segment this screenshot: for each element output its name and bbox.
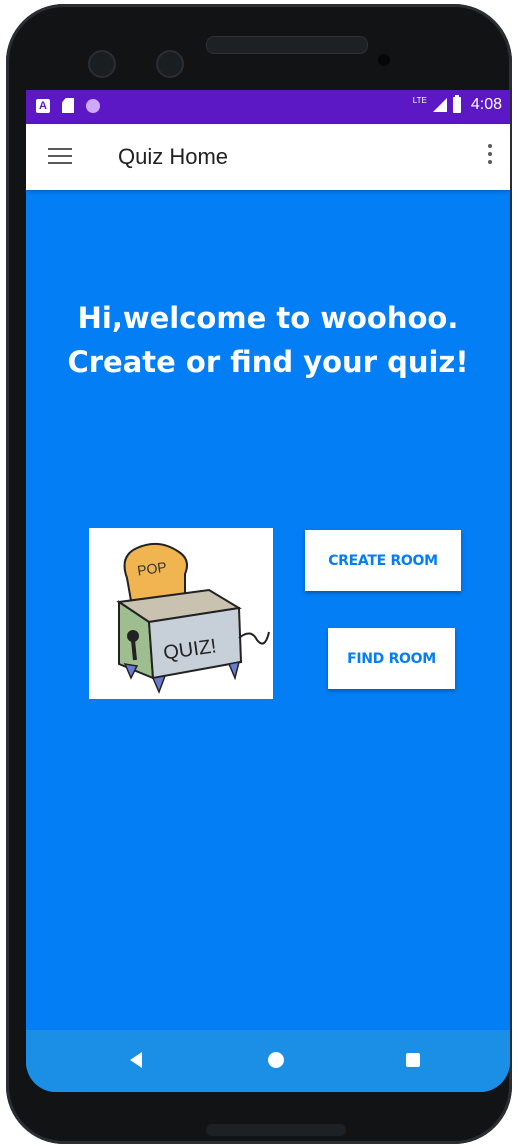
bottom-speaker (206, 1124, 346, 1136)
home-circle-icon[interactable] (268, 1052, 284, 1068)
app-screen: A LTE 4:08 Quiz Home Hi,welcome to wooho… (26, 90, 510, 1092)
toaster-foot (151, 675, 167, 695)
recents-square-icon[interactable] (406, 1053, 420, 1067)
sd-card-icon (62, 98, 74, 113)
network-type: LTE (412, 95, 427, 105)
toaster-cord (238, 631, 270, 645)
page-title: Quiz Home (118, 144, 229, 169)
toaster-svg: POP QUIZ! (116, 542, 270, 695)
system-navigation-bar (26, 1030, 510, 1092)
notification-icons: A (36, 98, 100, 113)
proximity-sensor (378, 54, 390, 66)
battery-icon (452, 95, 461, 113)
a-badge-icon: A (36, 98, 50, 113)
back-triangle-icon[interactable] (130, 1052, 142, 1068)
front-camera (88, 50, 116, 78)
front-camera-secondary (156, 50, 184, 78)
status-clock: 4:08 (470, 96, 502, 113)
system-status: LTE 4:08 (412, 95, 502, 114)
phone-frame: A LTE 4:08 Quiz Home Hi,welcome to wooho… (6, 4, 512, 1144)
pop-quiz-toaster-illustration: POP QUIZ! (89, 528, 273, 699)
welcome-line-2: Create or find your quiz! (67, 345, 469, 379)
welcome-heading: Hi,welcome to woohoo. Create or find you… (26, 296, 510, 384)
circle-notification-icon (86, 98, 100, 113)
welcome-line-1: Hi,welcome to woohoo. (77, 301, 459, 335)
create-room-button[interactable]: CREATE ROOM (305, 530, 461, 591)
app-toolbar: Quiz Home (26, 124, 510, 190)
signal-icon (432, 98, 447, 112)
earpiece-speaker (206, 36, 368, 54)
toaster-lever (131, 639, 137, 661)
status-bar: A LTE 4:08 (26, 90, 510, 124)
hamburger-menu-icon[interactable] (48, 148, 72, 166)
find-room-button[interactable]: FIND ROOM (328, 628, 455, 689)
toaster-foot (123, 663, 139, 680)
more-vert-icon[interactable] (480, 144, 500, 170)
toaster-foot (227, 661, 241, 681)
